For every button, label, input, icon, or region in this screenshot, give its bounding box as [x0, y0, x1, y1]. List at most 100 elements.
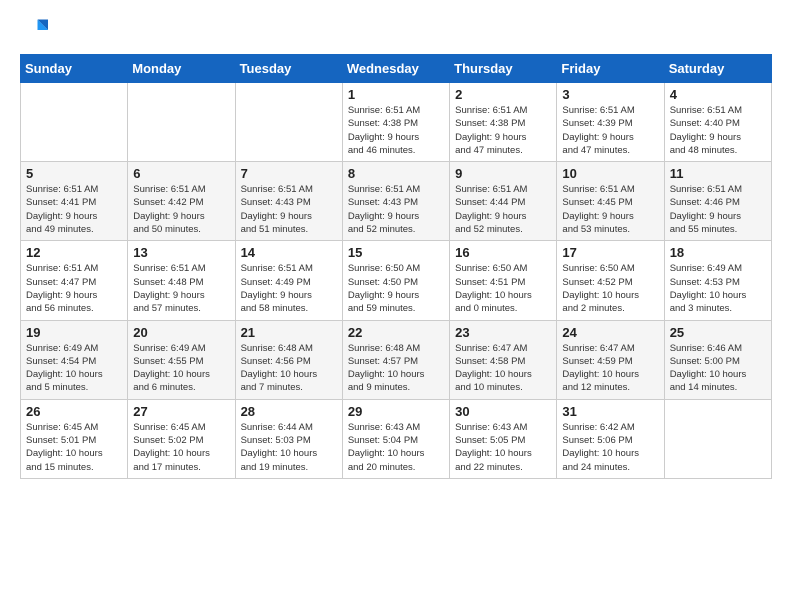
calendar-cell: 21Sunrise: 6:48 AM Sunset: 4:56 PM Dayli… [235, 320, 342, 399]
day-number: 2 [455, 87, 552, 102]
day-info: Sunrise: 6:51 AM Sunset: 4:41 PM Dayligh… [26, 183, 123, 236]
calendar-cell: 10 Sunrise: 6:51 AM Sunset: 4:45 PM Dayli… [557, 162, 664, 241]
calendar-week-row: 5 Sunrise: 6:51 AM Sunset: 4:41 PM Daylig… [21, 162, 772, 241]
day-info: Sunrise: 6:42 AM Sunset: 5:06 PM Dayligh… [562, 421, 659, 474]
day-info: Sunrise: 6:51 AM Sunset: 4:49 PM Dayligh… [241, 262, 338, 315]
calendar-cell: 7 Sunrise: 6:51 AM Sunset: 4:43 PM Daylig… [235, 162, 342, 241]
day-info: Sunrise: 6:43 AM Sunset: 5:05 PM Dayligh… [455, 421, 552, 474]
calendar-cell: 5 Sunrise: 6:51 AM Sunset: 4:41 PM Daylig… [21, 162, 128, 241]
page: SundayMondayTuesdayWednesdayThursdayFrid… [0, 0, 792, 612]
calendar-cell [21, 83, 128, 162]
logo [20, 16, 52, 44]
day-info: Sunrise: 6:51 AM Sunset: 4:42 PM Dayligh… [133, 183, 230, 236]
calendar-cell: 23 Sunrise: 6:47 AM Sunset: 4:58 PM Dayli… [450, 320, 557, 399]
weekday-header-tuesday: Tuesday [235, 55, 342, 83]
day-info: Sunrise: 6:49 AM Sunset: 4:55 PM Dayligh… [133, 342, 230, 395]
calendar-cell: 18 Sunrise: 6:49 AM Sunset: 4:53 PM Dayli… [664, 241, 771, 320]
day-number: 7 [241, 166, 338, 181]
day-number: 10 [562, 166, 659, 181]
day-info: Sunrise: 6:50 AM Sunset: 4:51 PM Dayligh… [455, 262, 552, 315]
day-number: 11 [670, 166, 767, 181]
day-info: Sunrise: 6:49 AM Sunset: 4:54 PM Dayligh… [26, 342, 123, 395]
day-info: Sunrise: 6:51 AM Sunset: 4:38 PM Dayligh… [348, 104, 445, 157]
calendar-cell: 19 Sunrise: 6:49 AM Sunset: 4:54 PM Dayli… [21, 320, 128, 399]
calendar-cell: 8 Sunrise: 6:51 AM Sunset: 4:43 PM Daylig… [342, 162, 449, 241]
weekday-header-wednesday: Wednesday [342, 55, 449, 83]
calendar-cell [235, 83, 342, 162]
calendar-cell: 16 Sunrise: 6:50 AM Sunset: 4:51 PM Dayli… [450, 241, 557, 320]
day-info: Sunrise: 6:49 AM Sunset: 4:53 PM Dayligh… [670, 262, 767, 315]
calendar-cell: 31Sunrise: 6:42 AM Sunset: 5:06 PM Dayli… [557, 399, 664, 478]
day-number: 26 [26, 404, 123, 419]
day-number: 16 [455, 245, 552, 260]
day-number: 6 [133, 166, 230, 181]
day-info: Sunrise: 6:51 AM Sunset: 4:38 PM Dayligh… [455, 104, 552, 157]
day-info: Sunrise: 6:51 AM Sunset: 4:45 PM Dayligh… [562, 183, 659, 236]
day-number: 14 [241, 245, 338, 260]
day-info: Sunrise: 6:51 AM Sunset: 4:40 PM Dayligh… [670, 104, 767, 157]
day-number: 29 [348, 404, 445, 419]
day-number: 24 [562, 325, 659, 340]
calendar-cell: 12 Sunrise: 6:51 AM Sunset: 4:47 PM Dayli… [21, 241, 128, 320]
day-info: Sunrise: 6:51 AM Sunset: 4:48 PM Dayligh… [133, 262, 230, 315]
calendar-week-row: 19 Sunrise: 6:49 AM Sunset: 4:54 PM Dayli… [21, 320, 772, 399]
day-info: Sunrise: 6:46 AM Sunset: 5:00 PM Dayligh… [670, 342, 767, 395]
logo-icon [20, 16, 48, 44]
day-number: 5 [26, 166, 123, 181]
day-number: 13 [133, 245, 230, 260]
calendar-cell: 25 Sunrise: 6:46 AM Sunset: 5:00 PM Dayli… [664, 320, 771, 399]
calendar-cell: 3Sunrise: 6:51 AM Sunset: 4:39 PM Daylig… [557, 83, 664, 162]
calendar-cell: 6 Sunrise: 6:51 AM Sunset: 4:42 PM Daylig… [128, 162, 235, 241]
day-number: 9 [455, 166, 552, 181]
calendar-cell: 9Sunrise: 6:51 AM Sunset: 4:44 PM Daylig… [450, 162, 557, 241]
day-number: 1 [348, 87, 445, 102]
calendar-cell: 27Sunrise: 6:45 AM Sunset: 5:02 PM Dayli… [128, 399, 235, 478]
day-number: 20 [133, 325, 230, 340]
day-number: 30 [455, 404, 552, 419]
calendar-cell: 14 Sunrise: 6:51 AM Sunset: 4:49 PM Dayli… [235, 241, 342, 320]
calendar-cell: 26 Sunrise: 6:45 AM Sunset: 5:01 PM Dayli… [21, 399, 128, 478]
calendar-cell [128, 83, 235, 162]
day-number: 27 [133, 404, 230, 419]
day-info: Sunrise: 6:47 AM Sunset: 4:59 PM Dayligh… [562, 342, 659, 395]
header [20, 16, 772, 44]
weekday-header-saturday: Saturday [664, 55, 771, 83]
day-info: Sunrise: 6:50 AM Sunset: 4:52 PM Dayligh… [562, 262, 659, 315]
weekday-header-thursday: Thursday [450, 55, 557, 83]
calendar-week-row: 1 Sunrise: 6:51 AM Sunset: 4:38 PM Daylig… [21, 83, 772, 162]
day-number: 25 [670, 325, 767, 340]
calendar-cell: 4 Sunrise: 6:51 AM Sunset: 4:40 PM Daylig… [664, 83, 771, 162]
calendar-cell: 30 Sunrise: 6:43 AM Sunset: 5:05 PM Dayli… [450, 399, 557, 478]
calendar-cell: 13 Sunrise: 6:51 AM Sunset: 4:48 PM Dayli… [128, 241, 235, 320]
calendar-table: SundayMondayTuesdayWednesdayThursdayFrid… [20, 54, 772, 479]
day-info: Sunrise: 6:51 AM Sunset: 4:46 PM Dayligh… [670, 183, 767, 236]
day-info: Sunrise: 6:47 AM Sunset: 4:58 PM Dayligh… [455, 342, 552, 395]
day-number: 17 [562, 245, 659, 260]
calendar-cell [664, 399, 771, 478]
calendar-week-row: 12 Sunrise: 6:51 AM Sunset: 4:47 PM Dayli… [21, 241, 772, 320]
day-info: Sunrise: 6:48 AM Sunset: 4:56 PM Dayligh… [241, 342, 338, 395]
day-number: 19 [26, 325, 123, 340]
weekday-header-monday: Monday [128, 55, 235, 83]
calendar-cell: 20 Sunrise: 6:49 AM Sunset: 4:55 PM Dayli… [128, 320, 235, 399]
calendar-cell: 29 Sunrise: 6:43 AM Sunset: 5:04 PM Dayli… [342, 399, 449, 478]
day-number: 12 [26, 245, 123, 260]
day-info: Sunrise: 6:43 AM Sunset: 5:04 PM Dayligh… [348, 421, 445, 474]
day-info: Sunrise: 6:48 AM Sunset: 4:57 PM Dayligh… [348, 342, 445, 395]
day-number: 8 [348, 166, 445, 181]
day-info: Sunrise: 6:51 AM Sunset: 4:43 PM Dayligh… [348, 183, 445, 236]
calendar-cell: 22Sunrise: 6:48 AM Sunset: 4:57 PM Dayli… [342, 320, 449, 399]
day-number: 18 [670, 245, 767, 260]
day-number: 15 [348, 245, 445, 260]
day-info: Sunrise: 6:45 AM Sunset: 5:01 PM Dayligh… [26, 421, 123, 474]
day-number: 4 [670, 87, 767, 102]
day-number: 23 [455, 325, 552, 340]
day-info: Sunrise: 6:51 AM Sunset: 4:39 PM Dayligh… [562, 104, 659, 157]
calendar-cell: 2 Sunrise: 6:51 AM Sunset: 4:38 PM Daylig… [450, 83, 557, 162]
calendar-cell: 24 Sunrise: 6:47 AM Sunset: 4:59 PM Dayli… [557, 320, 664, 399]
day-info: Sunrise: 6:51 AM Sunset: 4:43 PM Dayligh… [241, 183, 338, 236]
calendar-cell: 11 Sunrise: 6:51 AM Sunset: 4:46 PM Dayli… [664, 162, 771, 241]
weekday-header-friday: Friday [557, 55, 664, 83]
day-info: Sunrise: 6:51 AM Sunset: 4:47 PM Dayligh… [26, 262, 123, 315]
calendar-cell: 28Sunrise: 6:44 AM Sunset: 5:03 PM Dayli… [235, 399, 342, 478]
